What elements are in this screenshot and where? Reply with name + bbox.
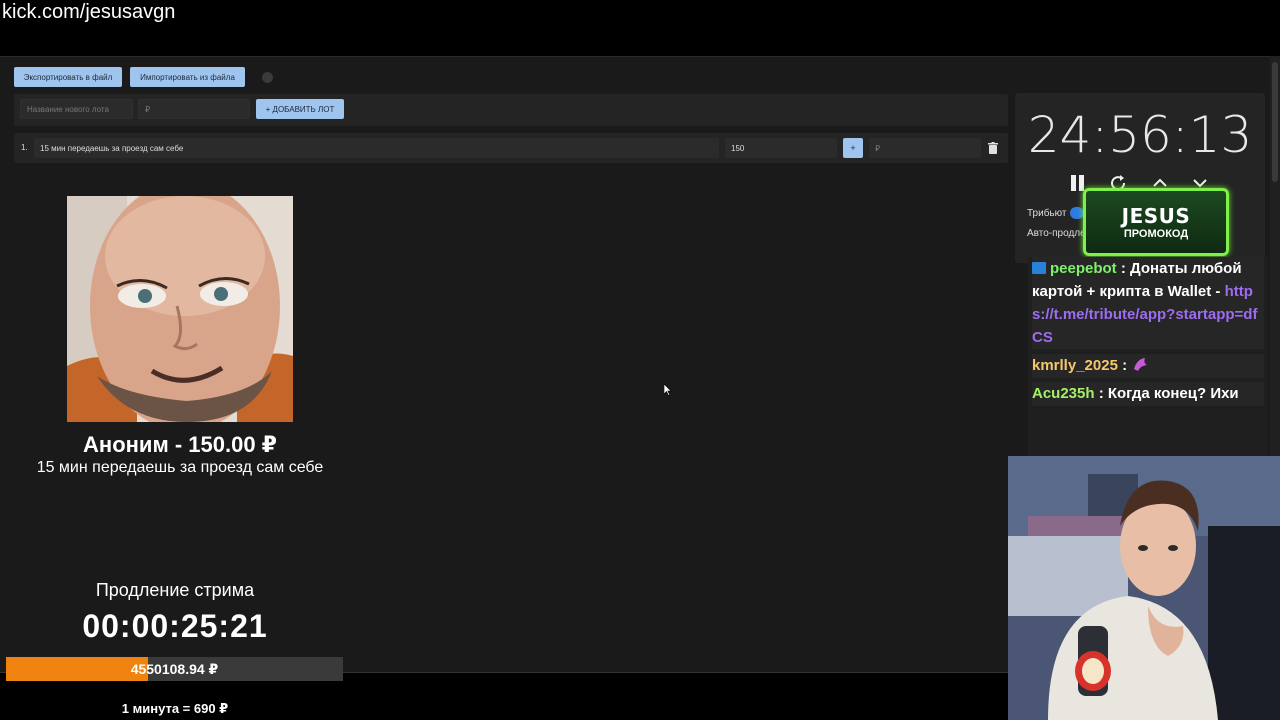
lot-add-amount-button[interactable]: + xyxy=(843,138,863,158)
chat-message: kmrlly_2025 : xyxy=(1032,354,1264,378)
lot-index: 1. xyxy=(21,143,28,152)
chat-text: : xyxy=(1117,357,1132,374)
lot-amount-field[interactable]: 150 xyxy=(725,138,837,158)
chat-username: kmrlly_2025 xyxy=(1032,357,1118,374)
main-timer: 24:56:13 xyxy=(1027,106,1253,164)
extension-amount: 4550108.94 ₽ xyxy=(130,660,219,677)
tribute-toggle[interactable] xyxy=(1070,207,1084,219)
lot-extra-amount-input[interactable]: ₽ xyxy=(869,138,981,158)
chat-overlay: peepebot : Донаты любой картой + крипта … xyxy=(1028,257,1268,457)
url-bar: kick.com/jesusavgn xyxy=(0,0,1280,56)
extension-title: Продление стрима xyxy=(95,580,255,600)
extension-progress-bar: 4550108.94 ₽ xyxy=(6,657,343,681)
import-button[interactable]: Импортировать из файла xyxy=(130,67,245,87)
promo-banner: JESUS ПРОМОКОД xyxy=(1083,188,1229,256)
trash-icon[interactable] xyxy=(988,142,998,154)
scroll-thumb[interactable] xyxy=(1272,62,1278,182)
webcam-feed xyxy=(1008,456,1280,720)
lot-name-field[interactable]: 15 мин передаешь за проезд сам себе xyxy=(34,138,719,158)
mouse-cursor-icon xyxy=(664,384,672,396)
settings-toggle[interactable] xyxy=(262,72,273,83)
scrollbar[interactable] xyxy=(1270,56,1280,456)
winner-photo xyxy=(67,196,293,422)
lot-row: 1. 15 мин передаешь за проезд сам себе 1… xyxy=(14,133,1008,163)
bot-badge-icon xyxy=(1032,262,1046,274)
lot-amount-input[interactable]: ₽ xyxy=(138,99,250,119)
add-lot-button[interactable]: + ДОБАВИТЬ ЛОТ xyxy=(256,99,344,119)
chat-username: peepebot xyxy=(1050,260,1117,277)
extension-timer: 00:00:25:21 xyxy=(82,608,268,644)
promo-title: JESUS xyxy=(1121,203,1191,228)
url-text: kick.com/jesusavgn xyxy=(2,1,176,23)
lot-name-input[interactable]: Название нового лота xyxy=(20,99,133,119)
auto-extend-label: Авто-продле xyxy=(1027,228,1086,239)
winner-title: Аноним - 150.00 ₽ xyxy=(83,432,277,457)
winner-lot: 15 мин передаешь за проезд сам себе xyxy=(36,459,324,476)
chat-message: Acu235h : Когда конец? Ихи xyxy=(1032,382,1264,406)
emote-icon xyxy=(1134,358,1148,371)
extension-rate: 1 минута = 690 ₽ xyxy=(121,701,229,716)
chat-text: : Когда конец? Ихи xyxy=(1094,385,1239,402)
chat-message: peepebot : Донаты любой картой + крипта … xyxy=(1032,257,1264,349)
tribute-label: Трибьют xyxy=(1027,208,1067,219)
chat-username: Acu235h xyxy=(1032,385,1095,402)
export-button[interactable]: Экспортировать в файл xyxy=(14,67,122,87)
promo-subtitle: ПРОМОКОД xyxy=(1123,227,1189,240)
